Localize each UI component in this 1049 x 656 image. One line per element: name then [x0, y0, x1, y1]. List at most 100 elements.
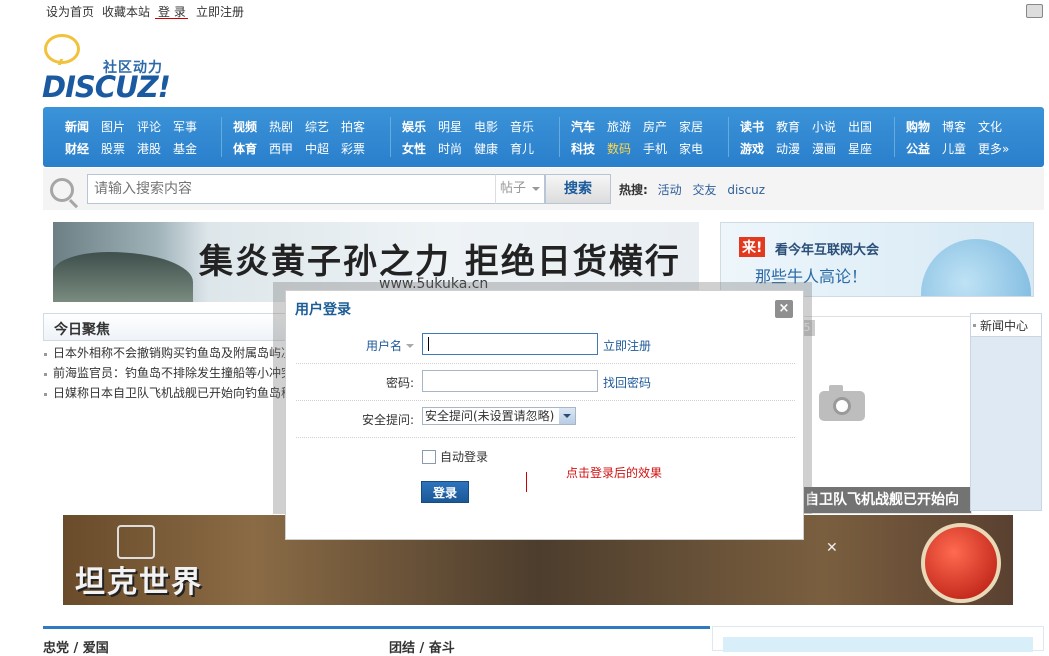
- search-type-select[interactable]: 帖子: [495, 174, 545, 204]
- username-input[interactable]: [422, 333, 598, 355]
- nav-link[interactable]: 家电: [679, 140, 703, 157]
- nav-link[interactable]: 健康: [474, 140, 498, 157]
- banner-island-image: [53, 252, 193, 302]
- top-bar: 设为首页 收藏本站 登 录 立即注册: [0, 0, 1049, 22]
- nav-link[interactable]: 娱乐: [402, 118, 426, 135]
- nav-link[interactable]: 小说: [812, 118, 836, 135]
- nav-link[interactable]: 动漫: [776, 140, 800, 157]
- nav-link[interactable]: 评论: [137, 118, 161, 135]
- chevron-down-icon: [406, 344, 414, 352]
- nav-link[interactable]: 博客: [942, 118, 966, 135]
- nav-link[interactable]: 图片: [101, 118, 125, 135]
- close-button[interactable]: ×: [775, 300, 793, 318]
- nav-link[interactable]: 股票: [101, 140, 125, 157]
- nav-link[interactable]: 汽车: [571, 118, 595, 135]
- photo-slider[interactable]: 5 自卫队飞机战舰已开始向: [798, 316, 972, 514]
- nav-divider: [221, 117, 222, 157]
- bottom-right-box: [712, 626, 1044, 652]
- nav-link[interactable]: 拍客: [341, 118, 365, 135]
- logo-bubble-icon: [44, 34, 80, 64]
- nav-link[interactable]: 音乐: [510, 118, 534, 135]
- nav-link[interactable]: 中超: [305, 140, 329, 157]
- nav-link[interactable]: 读书: [740, 118, 764, 135]
- camera-icon: [819, 385, 865, 421]
- photo-caption[interactable]: 自卫队飞机战舰已开始向: [799, 487, 971, 513]
- nav-divider: [728, 117, 729, 157]
- close-icon[interactable]: ✕: [826, 540, 838, 556]
- login-underline: [155, 18, 188, 19]
- nav-link[interactable]: 星座: [848, 140, 872, 157]
- question-label: 安全提问:: [361, 413, 414, 427]
- window-switch-icon[interactable]: [1026, 4, 1043, 18]
- section-divider: [43, 626, 710, 629]
- login-dialog: 用户登录 × 用户名 立即注册 密码: 找回密码 安全提问: 安全提问(未设置请…: [285, 290, 804, 540]
- nav-link[interactable]: 数码: [607, 140, 631, 157]
- nav-link[interactable]: 女性: [402, 140, 426, 157]
- news-center-panel: 新闻中心: [970, 313, 1042, 511]
- username-label[interactable]: 用户名: [296, 337, 414, 354]
- nav-row: 科技 数码 手机 家电: [571, 140, 715, 157]
- nav-link[interactable]: 新闻: [65, 118, 89, 135]
- nav-link[interactable]: 家居: [679, 118, 703, 135]
- nav-link[interactable]: 视频: [233, 118, 257, 135]
- nav-link[interactable]: 更多»: [978, 140, 1009, 157]
- set-home-link[interactable]: 设为首页: [46, 3, 94, 20]
- nav-link[interactable]: 游戏: [740, 140, 764, 157]
- password-label: 密码:: [385, 376, 414, 390]
- effect-note: 点击登录后的效果: [566, 466, 663, 480]
- nav-row: 游戏 动漫 漫画 星座: [740, 140, 884, 157]
- nav-link[interactable]: 时尚: [438, 140, 462, 157]
- nav-link[interactable]: 购物: [906, 118, 930, 135]
- nav-row: 体育 西甲 中超 彩票: [233, 140, 377, 157]
- nav-link[interactable]: 儿童: [942, 140, 966, 157]
- nav-link[interactable]: 体育: [233, 140, 257, 157]
- nav-link[interactable]: 基金: [173, 140, 197, 157]
- search-button[interactable]: 搜索: [545, 174, 611, 204]
- nav-link[interactable]: 财经: [65, 140, 89, 157]
- banner-side-line1: 看今年互联网大会: [775, 243, 880, 258]
- bookmark-link[interactable]: 收藏本站: [102, 3, 150, 20]
- site-logo[interactable]: 社区动力 DISCUZ!: [42, 32, 177, 104]
- register-link[interactable]: 立即注册: [196, 3, 244, 20]
- tank-banner-title: 坦克世界: [75, 565, 203, 600]
- nav-link[interactable]: 手机: [643, 140, 667, 157]
- security-question-select[interactable]: 安全提问(未设置请忽略): [422, 407, 576, 425]
- auto-login-label[interactable]: 自动登录: [440, 448, 488, 465]
- nav-link[interactable]: 科技: [571, 140, 595, 157]
- nav-link[interactable]: 军事: [173, 118, 197, 135]
- nav-link[interactable]: 文化: [978, 118, 1002, 135]
- nav-link[interactable]: 教育: [776, 118, 800, 135]
- hot-keyword[interactable]: 交友: [692, 183, 716, 197]
- nav-row: 视频 热剧 综艺 拍客: [233, 118, 377, 135]
- password-input[interactable]: [422, 370, 598, 392]
- nav-link[interactable]: 公益: [906, 140, 930, 157]
- nav-row: 汽车 旅游 房产 家居: [571, 118, 715, 135]
- nav-link[interactable]: 房产: [643, 118, 667, 135]
- nav-link[interactable]: 港股: [137, 140, 161, 157]
- nav-link[interactable]: 漫画: [812, 140, 836, 157]
- auto-login-checkbox[interactable]: [422, 450, 436, 464]
- nav-link[interactable]: 热剧: [269, 118, 293, 135]
- tab-news-center-label: 新闻中心: [980, 319, 1029, 333]
- nav-link[interactable]: 出国: [848, 118, 872, 135]
- search-input[interactable]: [87, 174, 495, 204]
- focus-title: 今日聚焦: [54, 322, 110, 338]
- login-submit-button[interactable]: 登录: [421, 481, 469, 503]
- hot-keyword[interactable]: 活动: [658, 183, 682, 197]
- hot-keyword[interactable]: discuz: [727, 183, 765, 197]
- nav-link[interactable]: 旅游: [607, 118, 631, 135]
- register-link[interactable]: 立即注册: [603, 337, 651, 354]
- nav-link[interactable]: 明星: [438, 118, 462, 135]
- nav-link[interactable]: 电影: [474, 118, 498, 135]
- nav-link[interactable]: 彩票: [341, 140, 365, 157]
- dialog-title: 用户登录: [295, 302, 351, 318]
- nav-link[interactable]: 育儿: [510, 140, 534, 157]
- chevron-down-icon: [532, 187, 540, 195]
- nav-row: 财经 股票 港股 基金: [65, 140, 209, 157]
- nav-link[interactable]: 综艺: [305, 118, 329, 135]
- find-password-link[interactable]: 找回密码: [603, 374, 651, 391]
- chevron-down-icon: [559, 408, 575, 424]
- tab-news-center[interactable]: 新闻中心: [971, 314, 1041, 337]
- security-question-value: 安全提问(未设置请忽略): [425, 409, 555, 423]
- nav-link[interactable]: 西甲: [269, 140, 293, 157]
